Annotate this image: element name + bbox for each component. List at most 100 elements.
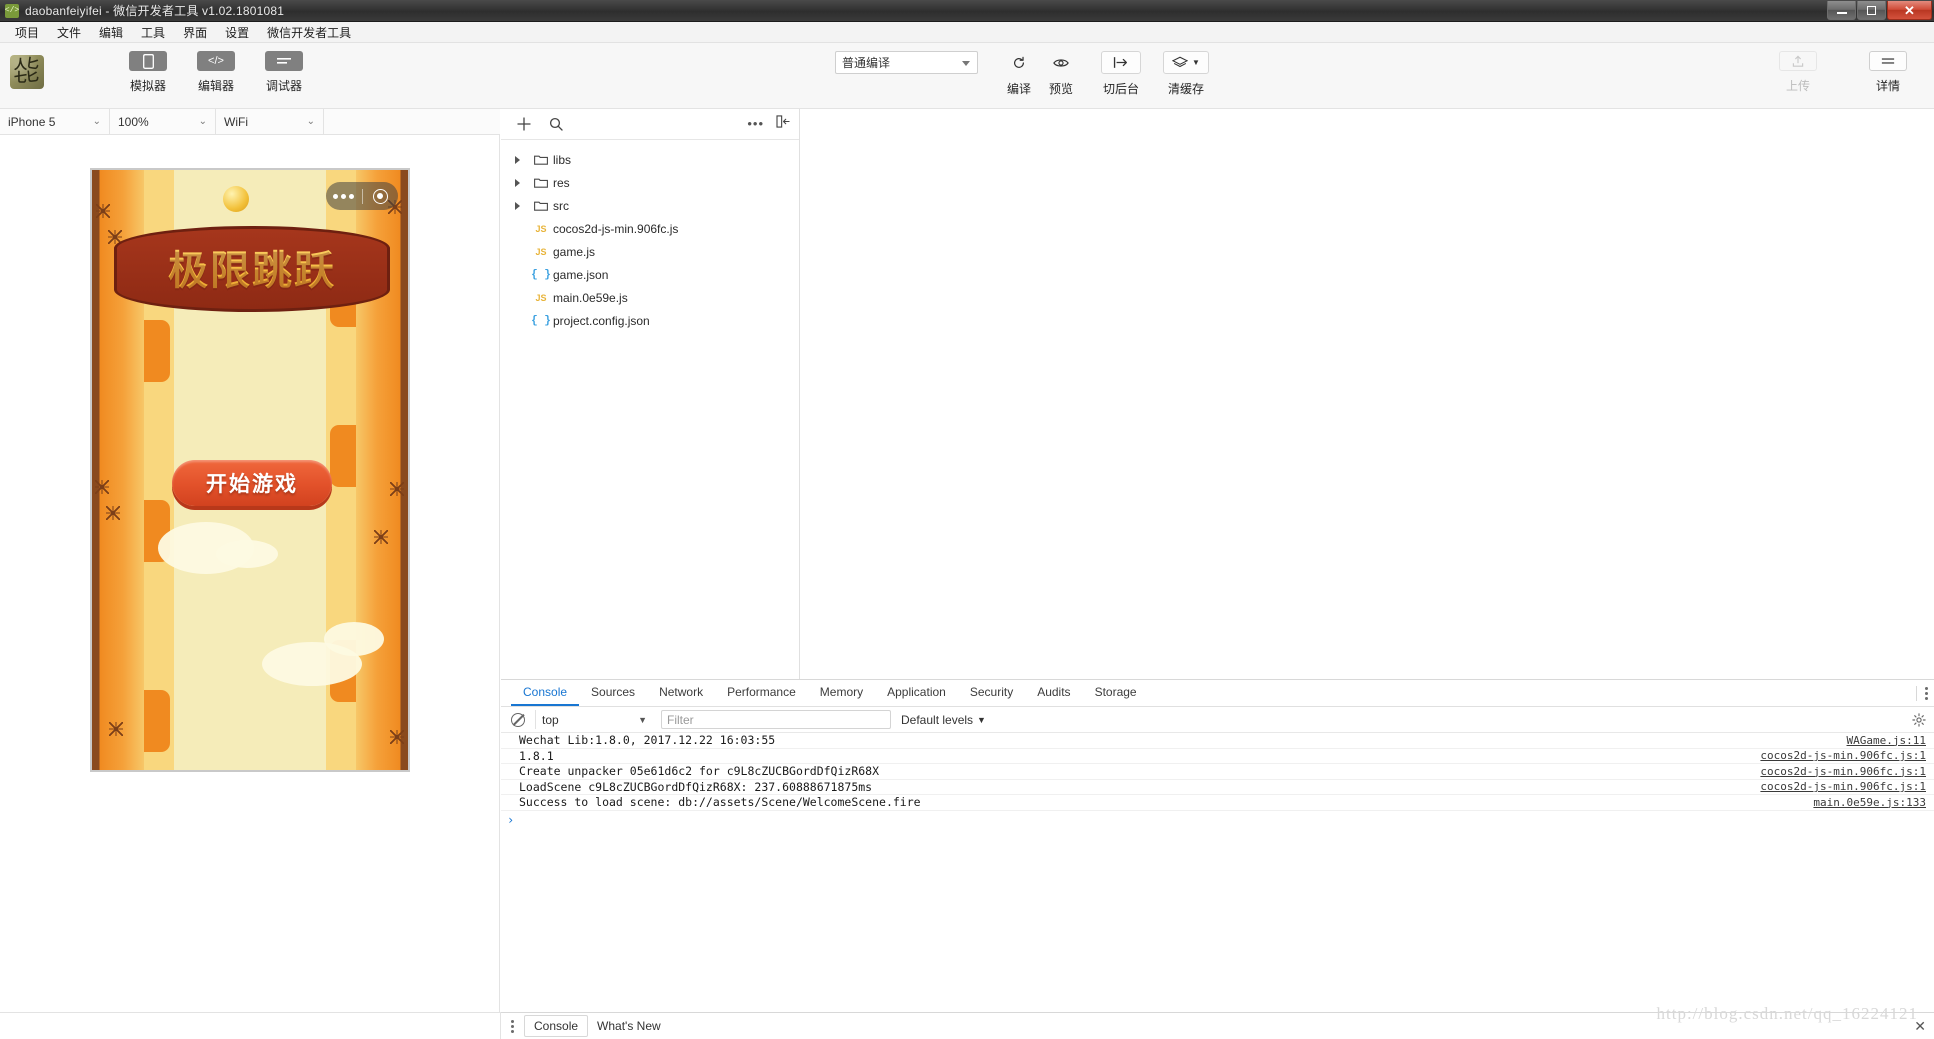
kebab-menu-icon[interactable] [1925, 687, 1928, 700]
menu-item-ui[interactable]: 界面 [174, 22, 216, 43]
tree-item-label: res [553, 176, 570, 190]
chevron-right-icon[interactable] [515, 156, 529, 164]
folder-icon [529, 200, 553, 211]
console-message: Wechat Lib:1.8.0, 2017.12.22 16:03:55 [519, 733, 775, 747]
chevron-down-icon: ▼ [977, 715, 986, 725]
simulator-button[interactable]: 模拟器 [120, 51, 176, 94]
tree-item-src[interactable]: src [501, 194, 799, 217]
console-context-select[interactable]: top ▼ [535, 710, 653, 729]
menu-item-tools[interactable]: 工具 [132, 22, 174, 43]
game-title-logo: 极限跳跃 [114, 226, 390, 312]
kebab-menu-icon[interactable] [511, 1020, 514, 1033]
json-file-icon: { } [529, 269, 553, 281]
plus-icon[interactable] [511, 113, 537, 135]
phone-frame: 极限跳跃 开始游戏 [90, 168, 410, 772]
upload-icon [1779, 51, 1817, 71]
menu-item-devtools[interactable]: 微信开发者工具 [258, 22, 360, 43]
minimize-button[interactable] [1827, 1, 1856, 20]
project-avatar: 人 匕 七 匕 [10, 55, 44, 89]
tree-item-main-js[interactable]: JS main.0e59e.js [501, 286, 799, 309]
clear-console-icon[interactable] [511, 713, 525, 727]
zoom-select[interactable]: 100% ⌄ [110, 109, 216, 135]
wall-ledge [144, 690, 170, 752]
gear-icon[interactable] [1912, 713, 1926, 727]
editor-button[interactable]: </> 编辑器 [188, 51, 244, 94]
tree-item-game-json[interactable]: { } game.json [501, 263, 799, 286]
maximize-button[interactable] [1857, 1, 1886, 20]
console-input-prompt[interactable]: › [501, 811, 1934, 829]
console-source-link[interactable]: cocos2d-js-min.906fc.js:1 [1760, 765, 1926, 778]
spike-icon [106, 506, 120, 520]
console-message: Success to load scene: db://assets/Scene… [519, 795, 921, 809]
spike-icon [109, 722, 123, 736]
drawer-tab-whats-new[interactable]: What's New [588, 1016, 670, 1036]
menu-item-project[interactable]: 项目 [6, 22, 48, 43]
tab-performance[interactable]: Performance [715, 680, 808, 706]
ellipsis-icon[interactable]: ••• [747, 121, 764, 127]
console-output: Wechat Lib:1.8.0, 2017.12.22 16:03:55 WA… [501, 733, 1934, 1012]
compile-button[interactable]: 编译 [998, 51, 1040, 97]
tree-item-project-config[interactable]: { } project.config.json [501, 309, 799, 332]
tree-item-label: game.js [553, 245, 595, 259]
console-source-link[interactable]: cocos2d-js-min.906fc.js:1 [1760, 749, 1926, 762]
js-file-icon: JS [529, 224, 553, 234]
tab-application[interactable]: Application [875, 680, 958, 706]
chevron-right-icon[interactable] [515, 179, 529, 187]
tree-item-label: main.0e59e.js [553, 291, 628, 305]
tree-item-game-js[interactable]: JS game.js [501, 240, 799, 263]
wechat-status-capsule[interactable] [326, 182, 398, 210]
background-button[interactable]: 切后台 [1100, 51, 1142, 97]
tab-security[interactable]: Security [958, 680, 1025, 706]
spike-icon [390, 482, 404, 496]
upload-button[interactable]: 上传 [1770, 51, 1826, 94]
simulator-button-label: 模拟器 [130, 77, 166, 94]
game-screen[interactable]: 极限跳跃 开始游戏 [92, 170, 408, 770]
tree-item-libs[interactable]: libs [501, 148, 799, 171]
simulator-panel: 极限跳跃 开始游戏 [0, 135, 500, 1039]
tab-console[interactable]: Console [511, 680, 579, 706]
drawer-tab-console[interactable]: Console [524, 1015, 588, 1037]
menu-item-settings[interactable]: 设置 [216, 22, 258, 43]
file-tree-list: libs res src JS cocos2d-js-min.906fc.js … [501, 140, 799, 332]
close-button[interactable]: ✕ [1887, 1, 1932, 20]
start-game-button[interactable]: 开始游戏 [172, 460, 332, 506]
console-row: 1.8.1 cocos2d-js-min.906fc.js:1 [501, 749, 1934, 765]
app-icon: </> [5, 4, 19, 18]
folder-icon [529, 154, 553, 165]
tree-item-label: libs [553, 153, 571, 167]
tab-network[interactable]: Network [647, 680, 715, 706]
tab-memory[interactable]: Memory [808, 680, 875, 706]
menu-item-edit[interactable]: 编辑 [90, 22, 132, 43]
menu-item-file[interactable]: 文件 [48, 22, 90, 43]
console-source-link[interactable]: cocos2d-js-min.906fc.js:1 [1760, 780, 1926, 793]
console-source-link[interactable]: main.0e59e.js:133 [1813, 796, 1926, 809]
network-select[interactable]: WiFi ⌄ [216, 109, 324, 135]
clear-cache-button[interactable]: ▼ 清缓存 [1160, 51, 1212, 97]
tab-audits[interactable]: Audits [1025, 680, 1082, 706]
collapse-panel-icon[interactable] [776, 115, 791, 133]
tree-item-cocos2d-js[interactable]: JS cocos2d-js-min.906fc.js [501, 217, 799, 240]
device-select[interactable]: iPhone 5 ⌄ [0, 109, 110, 135]
console-levels-select[interactable]: Default levels ▼ [901, 713, 986, 727]
console-filter-input[interactable]: Filter [661, 710, 891, 729]
tab-sources[interactable]: Sources [579, 680, 647, 706]
window-title: daobanfeiyifei - 微信开发者工具 v1.02.1801081 [25, 2, 284, 19]
tree-item-res[interactable]: res [501, 171, 799, 194]
search-icon[interactable] [543, 113, 569, 135]
compile-mode-select[interactable]: 普通编译 [835, 51, 978, 74]
code-icon: </> [197, 51, 235, 71]
wall-ledge [330, 425, 356, 487]
tree-item-label: project.config.json [553, 314, 650, 328]
file-tree-panel: ••• libs res [501, 109, 800, 679]
compile-button-label: 编译 [1007, 80, 1031, 97]
details-button[interactable]: 详情 [1860, 51, 1916, 94]
editor-pane[interactable] [800, 109, 1934, 679]
console-source-link[interactable]: WAGame.js:11 [1847, 734, 1926, 747]
close-icon[interactable]: ✕ [1914, 1018, 1926, 1035]
spike-icon [374, 530, 388, 544]
tab-storage[interactable]: Storage [1083, 680, 1149, 706]
game-title-text: 极限跳跃 [114, 226, 390, 312]
preview-button[interactable]: 预览 [1040, 51, 1082, 97]
debugger-button[interactable]: 调试器 [256, 51, 312, 94]
chevron-right-icon[interactable] [515, 202, 529, 210]
